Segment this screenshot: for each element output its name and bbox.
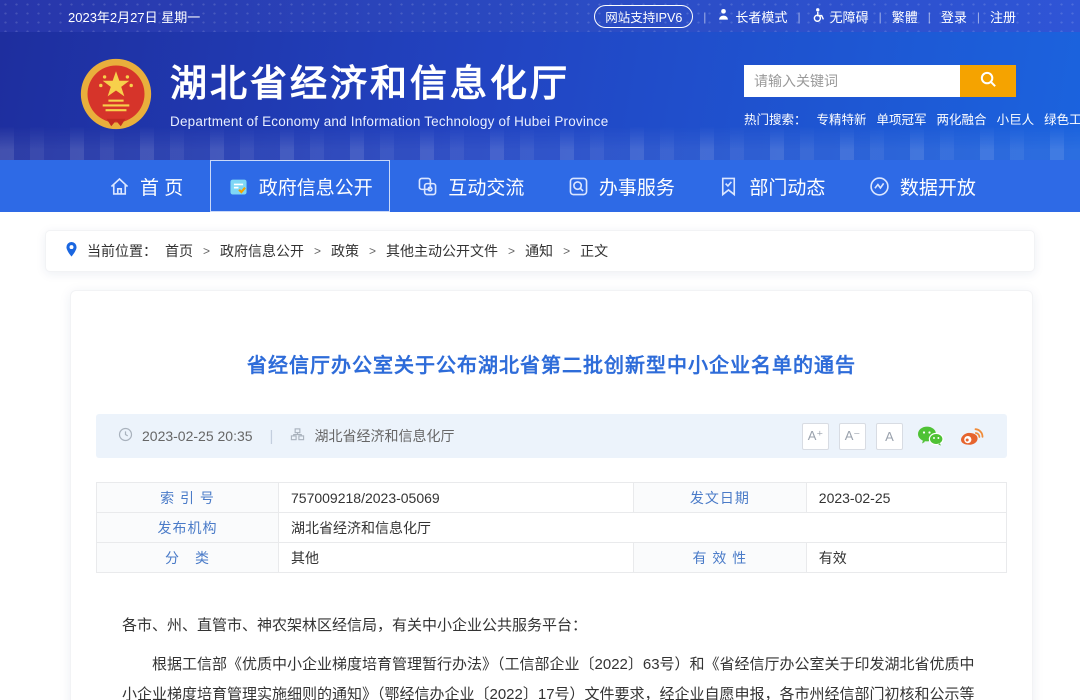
body-paragraph: 根据工信部《优质中小企业梯度培育管理暂行办法》（工信部企业〔2022〕63号）和… [122,650,981,700]
hot-search-term[interactable]: 绿色工厂 [1044,109,1080,128]
table-row: 分 类 其他 有 效 性 有效 [97,543,1007,573]
article-card: 省经信厅办公室关于公布湖北省第二批创新型中小企业名单的通告 2023-02-25… [70,290,1033,700]
breadcrumb-separator: > [508,244,515,258]
nav-item-open-data[interactable]: 数据开放 [852,160,992,212]
register-link[interactable]: 注册 [990,7,1016,26]
location-pin-icon [64,241,79,261]
nav-item-department-news[interactable]: 部门动态 [701,160,841,212]
divider: | [270,428,274,445]
divider [928,9,931,24]
category-label: 分 类 [97,543,279,573]
site-brand[interactable]: 湖北省经济和信息化厅 Department of Economy and Inf… [78,56,608,137]
index-number-label: 索 引 号 [97,483,279,513]
table-row: 索 引 号 757009218/2023-05069 发文日期 2023-02-… [97,483,1007,513]
breadcrumb-separator: > [314,244,321,258]
publish-datetime: 2023-02-25 20:35 [142,428,253,444]
publish-source: 湖北省经济和信息化厅 [314,426,454,446]
font-larger-button[interactable]: A⁺ [802,423,829,450]
breadcrumb-notice[interactable]: 通知 [525,241,553,261]
wechat-share-icon[interactable] [917,425,944,448]
ipv6-badge[interactable]: 网站支持IPV6 [594,5,693,28]
login-link[interactable]: 登录 [941,7,967,26]
current-date: 2023年2月27日 星期一 [68,7,200,26]
main-nav: 首 页 政府信息公开 互动交流 办事服务 [0,160,1080,212]
site-header: 湖北省经济和信息化厅 Department of Economy and Inf… [0,32,1080,160]
publish-date-label: 发文日期 [633,483,806,513]
nav-item-services[interactable]: 办事服务 [551,160,691,212]
organization-icon [290,427,305,445]
index-number-value: 757009218/2023-05069 [279,483,634,513]
divider [879,9,882,24]
weibo-share-icon[interactable] [958,425,985,448]
site-title: 湖北省经济和信息化厅 [170,63,608,106]
search-icon [979,70,998,92]
breadcrumb-separator: > [369,244,376,258]
divider [797,9,800,24]
breadcrumb-policy[interactable]: 政策 [331,241,359,261]
search-input[interactable] [744,65,960,97]
body-paragraph: 各市、州、直管市、神农架林区经信局，有关中小企业公共服务平台： [122,611,981,641]
publish-org-value: 湖北省经济和信息化厅 [279,513,1007,543]
divider [977,9,980,24]
nav-item-gov-info[interactable]: 政府信息公开 [210,160,390,212]
breadcrumb-separator: > [563,244,570,258]
validity-value: 有效 [806,543,1006,573]
publish-date-value: 2023-02-25 [806,483,1006,513]
search-button[interactable] [960,65,1016,97]
breadcrumb-other-docs[interactable]: 其他主动公开文件 [386,241,498,261]
site-subtitle-en: Department of Economy and Information Te… [170,114,608,129]
site-search [744,65,1016,97]
pulse-circle-icon [868,175,891,198]
table-row: 发布机构 湖北省经济和信息化厅 [97,513,1007,543]
nav-item-home[interactable]: 首 页 [92,160,199,212]
breadcrumb-separator: > [203,244,210,258]
document-check-icon [227,175,250,198]
national-emblem-logo [78,56,154,137]
breadcrumb-gov-info[interactable]: 政府信息公开 [220,241,304,261]
hot-search-row: 热门搜索： 专精特新 单项冠军 两化融合 小巨人 绿色工厂 [744,109,1016,128]
hot-search-term[interactable]: 单项冠军 [877,109,927,128]
article-meta-bar: 2023-02-25 20:35 | 湖北省经济和信息化厅 A⁺ A⁻ A [96,414,1007,458]
font-reset-button[interactable]: A [876,423,903,450]
home-icon [108,175,131,198]
breadcrumb-current[interactable]: 正文 [580,241,608,261]
clock-icon [118,427,133,445]
publish-org-label: 发布机构 [97,513,279,543]
accessibility-link[interactable]: 无障碍 [811,7,869,26]
article-body: 各市、州、直管市、神农架林区经信局，有关中小企业公共服务平台： 根据工信部《优质… [96,611,1007,700]
category-value: 其他 [279,543,634,573]
document-info-table: 索 引 号 757009218/2023-05069 发文日期 2023-02-… [96,482,1007,573]
accessibility-icon [811,7,826,25]
validity-label: 有 效 性 [633,543,806,573]
person-icon [716,7,731,25]
top-utility-bar: 2023年2月27日 星期一 网站支持IPV6 长者模式 无障碍 繁體 登录 注… [0,0,1080,32]
breadcrumb-home[interactable]: 首页 [165,241,193,261]
search-square-icon [567,175,590,198]
chat-bubbles-icon [416,175,439,198]
breadcrumb-label: 当前位置： [87,241,157,261]
breadcrumb: 当前位置： 首页 > 政府信息公开 > 政策 > 其他主动公开文件 > 通知 >… [45,230,1035,272]
divider [703,9,706,24]
elder-mode-link[interactable]: 长者模式 [716,7,787,26]
hot-search-label: 热门搜索： [744,109,807,128]
font-smaller-button[interactable]: A⁻ [839,423,866,450]
bookmark-check-icon [717,175,740,198]
hot-search-term[interactable]: 专精特新 [817,109,867,128]
article-title: 省经信厅办公室关于公布湖北省第二批创新型中小企业名单的通告 [96,351,1007,381]
hot-search-term[interactable]: 两化融合 [937,109,987,128]
nav-item-interaction[interactable]: 互动交流 [400,160,540,212]
hot-search-term[interactable]: 小巨人 [997,109,1035,128]
traditional-chinese-link[interactable]: 繁體 [892,7,918,26]
